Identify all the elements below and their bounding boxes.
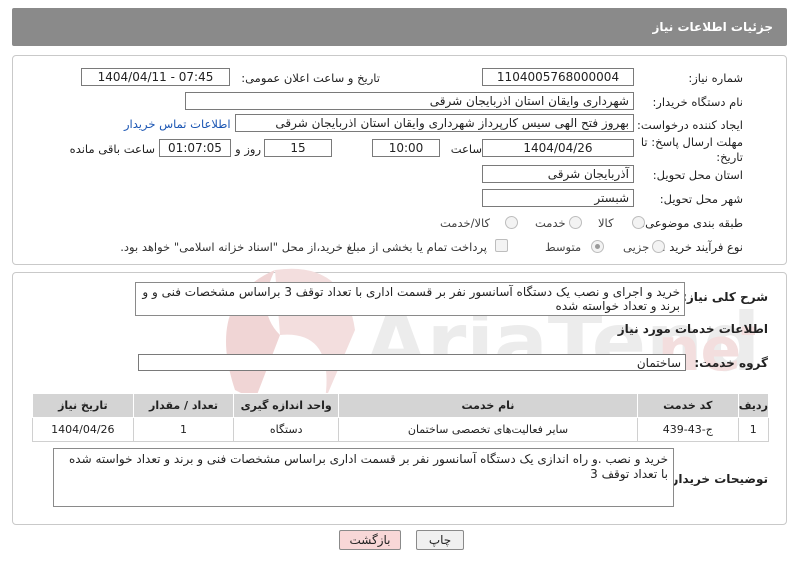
service-group-label: گروه خدمت: [694, 356, 768, 370]
buyer-org-field[interactable]: شهرداری وایقان استان اذربایجان شرقی [185, 92, 634, 110]
deadline-time-field[interactable]: 10:00 [372, 139, 440, 157]
process-option-minor: جزیی [623, 240, 650, 254]
col-name: نام خدمت [338, 393, 638, 418]
province-field[interactable]: آذربایجان شرقی [482, 165, 634, 183]
summary-label: شرح کلی نیاز: [682, 290, 768, 304]
services-table: ردیف کد خدمت نام خدمت واحد اندازه گیری ت… [32, 393, 770, 442]
category-radio-service[interactable] [569, 216, 582, 229]
days-field[interactable]: 15 [264, 139, 332, 157]
payment-checkbox[interactable] [495, 239, 508, 252]
category-option-service: خدمت [535, 216, 566, 230]
cell-date: 1404/04/26 [32, 417, 134, 442]
print-button[interactable]: چاپ [416, 530, 464, 550]
process-label: نوع فرآیند خرید : [661, 240, 743, 254]
payment-note: پرداخت تمام یا بخشی از مبلغ خرید،از محل … [120, 240, 487, 254]
cell-qty: 1 [132, 417, 235, 442]
deadline-date-field[interactable]: 1404/04/26 [482, 139, 634, 157]
category-label: طبقه بندی موضوعی: [641, 216, 743, 230]
need-number-field[interactable]: 1104005768000004 [482, 68, 634, 86]
creator-label: ایجاد کننده درخواست: [637, 118, 743, 132]
table-header-row: ردیف کد خدمت نام خدمت واحد اندازه گیری ت… [32, 393, 770, 418]
buyer-notes-textarea[interactable]: خرید و نصب .و راه اندازی یک دستگاه آسانس… [53, 448, 674, 507]
services-section-title: اطلاعات خدمات مورد نیاز [617, 322, 768, 336]
contact-buyer-link[interactable]: اطلاعات تماس خریدار [124, 117, 231, 131]
city-label: شهر محل تحویل: [659, 192, 743, 206]
creator-field[interactable]: بهروز فتح الهی سیس کارپرداز شهرداری وایق… [235, 114, 634, 132]
cell-name: سایر فعالیت‌های تخصصی ساختمان [338, 417, 638, 442]
cell-row: 1 [737, 417, 770, 442]
announce-field[interactable]: 1404/04/11 - 07:45 [81, 68, 230, 86]
table-row: 1 ج-43-439 سایر فعالیت‌های تخصصی ساختمان… [32, 417, 770, 442]
category-radio-goods[interactable] [632, 216, 645, 229]
page-title: جزئیات اطلاعات نیاز [652, 20, 773, 34]
back-button[interactable]: بازگشت [339, 530, 401, 550]
days-label: روز و [235, 142, 261, 156]
cell-code: ج-43-439 [636, 417, 739, 442]
announce-label: تاریخ و ساعت اعلان عمومی: [241, 71, 380, 85]
province-label: استان محل تحویل: [652, 168, 743, 182]
col-code: کد خدمت [636, 393, 739, 418]
service-group-field[interactable]: ساختمان [138, 354, 686, 371]
buyer-notes-label: توضیحات خریدار: [666, 472, 768, 486]
hour-label: ساعت [450, 142, 482, 156]
col-row: ردیف [737, 393, 770, 418]
summary-textarea[interactable]: خرید و اجرای و نصب یک دستگاه آسانسور نفر… [135, 282, 685, 316]
col-date: تاریخ نیاز [32, 393, 134, 418]
category-radio-goods-service[interactable] [505, 216, 518, 229]
process-option-medium: متوسط [545, 240, 582, 254]
remaining-time-field[interactable]: 01:07:05 [159, 139, 231, 157]
need-number-label: شماره نیاز: [688, 71, 743, 85]
category-option-goods-service: کالا/خدمت [440, 216, 491, 230]
cell-unit: دستگاه [233, 417, 340, 442]
col-qty: تعداد / مقدار [132, 393, 235, 418]
category-option-goods: کالا [598, 216, 614, 230]
deadline-label: مهلت ارسال پاسخ: تا تاریخ: [640, 135, 743, 164]
city-field[interactable]: شبستر [482, 189, 634, 207]
col-unit: واحد اندازه گیری [233, 393, 340, 418]
process-radio-minor[interactable] [652, 240, 665, 253]
remaining-label: ساعت باقی مانده [69, 142, 155, 156]
page-header: جزئیات اطلاعات نیاز [12, 8, 787, 46]
process-radio-medium[interactable] [591, 240, 604, 253]
buyer-org-label: نام دستگاه خریدار: [652, 95, 743, 109]
